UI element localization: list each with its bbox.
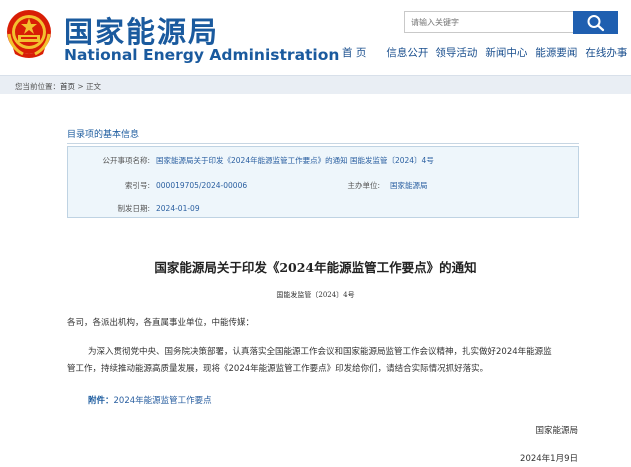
search-icon — [587, 14, 604, 31]
attachment-label: 附件： — [88, 396, 114, 406]
attachment-link[interactable]: 2024年能源监管工作要点 — [114, 396, 212, 406]
breadcrumb-home[interactable]: 首页 — [60, 82, 75, 91]
info-divider — [67, 143, 579, 144]
owner-label: 主办单位: — [347, 181, 380, 190]
nav-energy-news[interactable]: 能源要闻 — [535, 45, 577, 61]
owner-value: 国家能源局 — [390, 181, 428, 190]
site-logo-cn[interactable]: 国家能源局 — [64, 9, 219, 51]
nav-online-services[interactable]: 在线办事 — [585, 45, 627, 61]
search-input[interactable] — [404, 11, 574, 33]
index-value: 000019705/2024-00006 — [156, 181, 248, 190]
site-header: 国家能源局 National Energy Administration 首 页… — [0, 0, 631, 75]
info-row-owner: 主办单位: 国家能源局 — [330, 180, 428, 191]
nav-info-disclosure[interactable]: 信息公开 — [386, 45, 428, 61]
site-logo-en[interactable]: National Energy Administration — [64, 46, 339, 64]
info-row-date: 制发日期: 2024-01-09 — [76, 203, 200, 214]
search-button[interactable] — [573, 11, 618, 34]
nav-news-center[interactable]: 新闻中心 — [485, 45, 527, 61]
index-label: 索引号: — [124, 181, 150, 190]
attachment: 附件：2024年能源监管工作要点 — [88, 394, 212, 406]
info-section-title: 目录项的基本信息 — [67, 130, 140, 140]
breadcrumb-current: 正文 — [86, 82, 102, 91]
national-emblem-icon — [5, 8, 53, 60]
document-number: 国能发监管〔2024〕4号 — [276, 291, 355, 299]
article-body-line-2: 管工作，持续推动能源高质量发展，现将《2024年能源监管工作要点》印发给你们，请… — [67, 364, 489, 374]
nav-leader-activities[interactable]: 领导活动 — [435, 45, 477, 61]
breadcrumb-prefix: 您当前位置： — [15, 82, 60, 91]
info-row-subject: 公开事项名称: 国家能源局关于印发《2024年能源监管工作要点》的通知 国能发监管… — [76, 155, 434, 166]
subject-value: 国家能源局关于印发《2024年能源监管工作要点》的通知 国能发监管〔2024〕4… — [156, 156, 434, 165]
info-row-index: 索引号: 000019705/2024-00006 — [76, 180, 247, 191]
breadcrumb-separator: > — [75, 82, 87, 91]
article-body-line-1: 为深入贯彻党中央、国务院决策部署，认真落实全国能源工作会议和国家能源局监管工作会… — [88, 347, 552, 357]
nav-home[interactable]: 首 页 — [342, 45, 366, 61]
info-box: 公开事项名称: 国家能源局关于印发《2024年能源监管工作要点》的通知 国能发监管… — [67, 146, 579, 218]
date-value: 2024-01-09 — [156, 204, 200, 213]
subject-label: 公开事项名称: — [102, 156, 150, 165]
main-nav: 首 页 信息公开 领导活动 新闻中心 能源要闻 在线办事 — [342, 45, 627, 61]
article-salutation: 各司，各派出机构，各直属事业单位，中能传媒： — [67, 318, 255, 328]
breadcrumb: 您当前位置：首页 > 正文 — [0, 75, 631, 94]
date-label: 制发日期: — [117, 204, 150, 213]
article-signature: 国家能源局 — [535, 426, 578, 436]
article-title: 国家能源局关于印发《2024年能源监管工作要点》的通知 — [154, 260, 477, 275]
article-date: 2024年1月9日 — [520, 454, 578, 464]
